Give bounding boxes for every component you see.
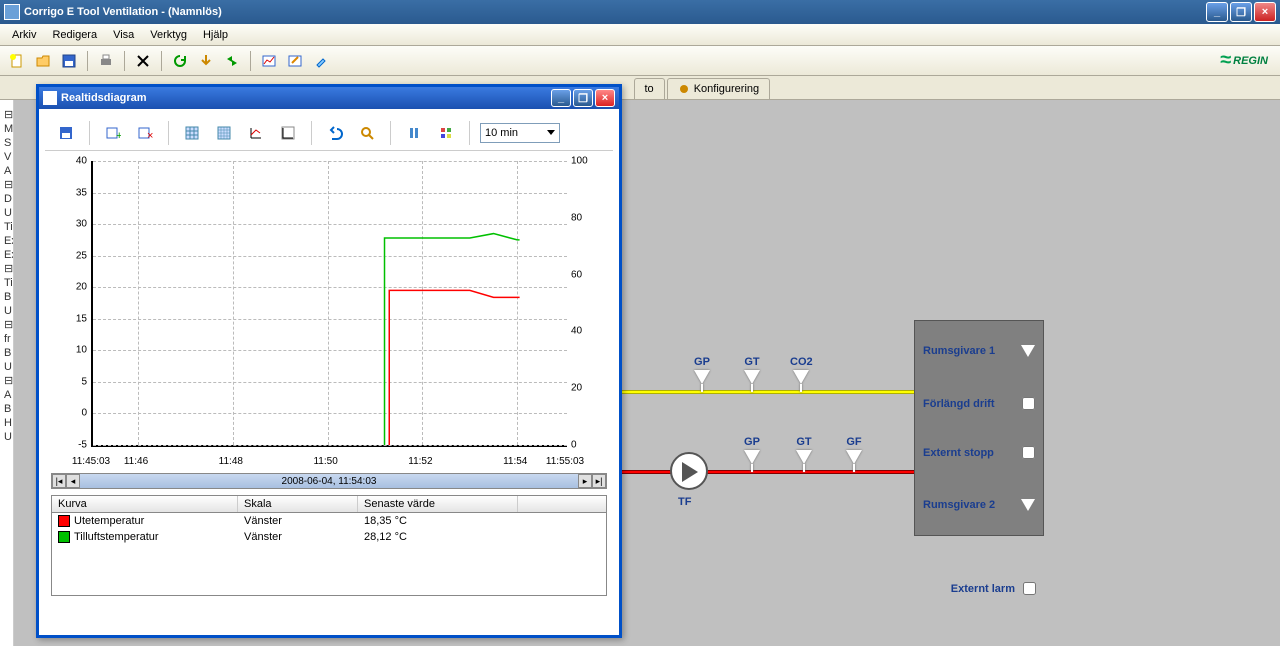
menu-bar: Arkiv Redigera Visa Verktyg Hjälp: [0, 24, 1280, 46]
rumsgivare-1-row[interactable]: Rumsgivare 1: [923, 345, 1035, 357]
open-button[interactable]: [32, 50, 54, 72]
edit-button[interactable]: [284, 50, 306, 72]
pump-tf: [670, 452, 708, 490]
pump-label: TF: [678, 496, 691, 508]
chevron-down-icon: [547, 130, 555, 135]
pause-button[interactable]: [401, 120, 427, 146]
legend-table: Kurva Skala Senaste värde UtetemperaturV…: [51, 495, 607, 596]
app-icon: [4, 4, 20, 20]
scroll-timestamp: 2008-06-04, 11:54:03: [80, 476, 578, 487]
dialog-toolbar: + × 10 min: [45, 115, 613, 151]
sensor-gp-bot: GP: [744, 436, 760, 464]
legend-header-varde[interactable]: Senaste värde: [358, 496, 518, 512]
save-button[interactable]: [58, 50, 80, 72]
tab-konfigurering[interactable]: Konfigurering: [667, 78, 770, 99]
sensor-gt-bot: GT: [796, 436, 812, 464]
chart-button[interactable]: [258, 50, 280, 72]
window-titlebar: Corrigo E Tool Ventilation - (Namnlös) _…: [0, 0, 1280, 24]
window-maximize-button[interactable]: ❐: [1230, 2, 1252, 22]
scroll-left-button[interactable]: ◂: [66, 474, 80, 488]
externt-larm-row: Externt larm: [951, 582, 1036, 595]
time-range-dropdown[interactable]: 10 min: [480, 123, 560, 143]
rumsgivare-2-row[interactable]: Rumsgivare 2: [923, 499, 1035, 511]
remove-series-button[interactable]: ×: [132, 120, 158, 146]
scroll-last-button[interactable]: ▸|: [592, 474, 606, 488]
externt-stopp-row: Externt stopp: [923, 446, 1035, 459]
save-chart-button[interactable]: [53, 120, 79, 146]
exhaust-duct: [614, 470, 914, 474]
svg-text:×: ×: [147, 130, 153, 141]
control-panel: Rumsgivare 1 Förlängd drift Externt stop…: [914, 320, 1044, 536]
scroll-right-button[interactable]: ▸: [578, 474, 592, 488]
scroll-first-button[interactable]: |◂: [52, 474, 66, 488]
legend-header-kurva[interactable]: Kurva: [52, 496, 238, 512]
menu-hjalp[interactable]: Hjälp: [195, 26, 236, 44]
grid-major-button[interactable]: [179, 120, 205, 146]
dialog-maximize-button[interactable]: ❐: [573, 89, 593, 107]
realtime-chart-dialog: Realtidsdiagram _ ❐ × + × 10 min -5: [36, 84, 622, 638]
refresh-button[interactable]: [169, 50, 191, 72]
axis-left-button[interactable]: [243, 120, 269, 146]
triangle-down-icon: [1021, 499, 1035, 511]
legend-row[interactable]: TilluftstemperaturVänster28,12 °C: [52, 529, 606, 545]
externt-stopp-checkbox[interactable]: [1022, 446, 1035, 459]
time-scrollbar[interactable]: |◂ ◂ 2008-06-04, 11:54:03 ▸ ▸|: [51, 473, 607, 489]
undo-button[interactable]: [322, 120, 348, 146]
download-button[interactable]: [195, 50, 217, 72]
supply-duct: [614, 390, 914, 394]
dialog-icon: [43, 91, 57, 105]
options-button[interactable]: [433, 120, 459, 146]
window-minimize-button[interactable]: _: [1206, 2, 1228, 22]
add-series-button[interactable]: +: [100, 120, 126, 146]
window-title: Corrigo E Tool Ventilation - (Namnlös): [24, 6, 1206, 18]
delete-button[interactable]: [132, 50, 154, 72]
tab-auto[interactable]: to: [634, 78, 665, 99]
tool-button[interactable]: [310, 50, 332, 72]
forlangd-drift-row: Förlängd drift: [923, 397, 1035, 410]
sensor-gf-bot: GF: [846, 436, 862, 464]
regin-logo: ≈ REGIN: [1220, 49, 1268, 72]
externt-larm-checkbox[interactable]: [1023, 582, 1036, 595]
axis-right-button[interactable]: [275, 120, 301, 146]
triangle-down-icon: [1021, 345, 1035, 357]
print-button[interactable]: [95, 50, 117, 72]
sensor-gt-top: GT: [744, 356, 760, 384]
legend-row[interactable]: UtetemperaturVänster18,35 °C: [52, 513, 606, 529]
chart-area: -5051015202530354002040608010011:45:0311…: [51, 157, 607, 467]
sensor-gp-top: GP: [694, 356, 710, 384]
menu-visa[interactable]: Visa: [105, 26, 142, 44]
tree-panel[interactable]: ⊟ SMSVA⊟ GDUTiExEx⊟ TTiBU⊟ FfrBU⊟ AABHU: [0, 100, 14, 646]
menu-arkiv[interactable]: Arkiv: [4, 26, 44, 44]
dialog-title: Realtidsdiagram: [61, 92, 551, 104]
grid-minor-button[interactable]: [211, 120, 237, 146]
dialog-close-button[interactable]: ×: [595, 89, 615, 107]
zoom-button[interactable]: [354, 120, 380, 146]
menu-redigera[interactable]: Redigera: [44, 26, 105, 44]
new-button[interactable]: [6, 50, 28, 72]
menu-verktyg[interactable]: Verktyg: [142, 26, 195, 44]
sync-button[interactable]: [221, 50, 243, 72]
svg-text:+: +: [116, 130, 121, 141]
dialog-minimize-button[interactable]: _: [551, 89, 571, 107]
window-close-button[interactable]: ×: [1254, 2, 1276, 22]
gear-icon: [678, 83, 690, 95]
legend-header-skala[interactable]: Skala: [238, 496, 358, 512]
dialog-titlebar[interactable]: Realtidsdiagram _ ❐ ×: [39, 87, 619, 109]
chart-plot[interactable]: [91, 161, 567, 447]
forlangd-drift-checkbox[interactable]: [1022, 397, 1035, 410]
logo-waves-icon: ≈: [1220, 49, 1231, 72]
sensor-co2-top: CO2: [790, 356, 813, 384]
main-toolbar: ≈ REGIN: [0, 46, 1280, 76]
